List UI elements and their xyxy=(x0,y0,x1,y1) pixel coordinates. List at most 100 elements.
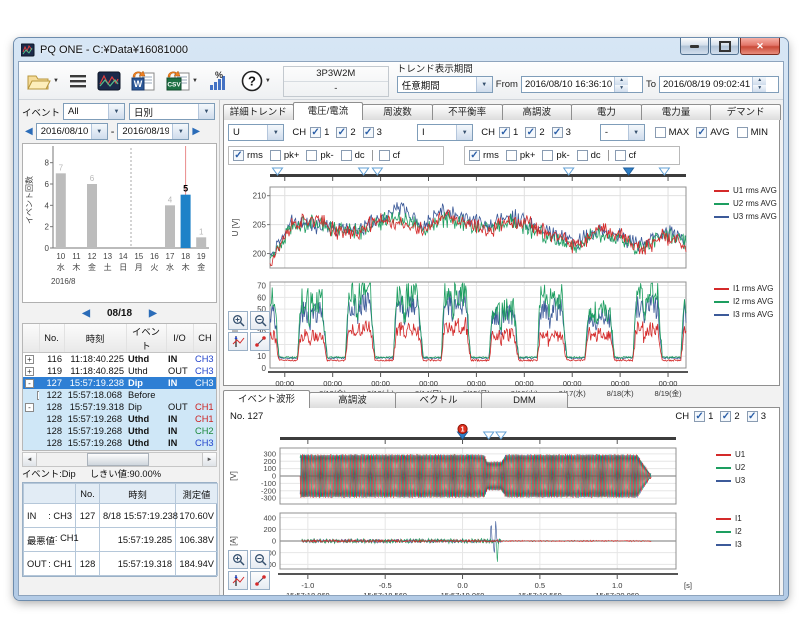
tab-wave-1[interactable]: 高調波 xyxy=(309,392,396,408)
open-folder-button[interactable]: ▼ xyxy=(23,66,62,96)
u-parameter-select[interactable]: U▼ xyxy=(228,124,284,141)
expand-icon[interactable]: + xyxy=(25,367,34,376)
i-param-rms[interactable]: ✓rms xyxy=(469,150,499,161)
from-spinner[interactable]: ▲▼ xyxy=(614,77,628,92)
tab-wave-0[interactable]: イベント波形 xyxy=(223,390,310,408)
period-type-select[interactable]: 任意期間▼ xyxy=(397,76,493,93)
wave-ch-2[interactable]: ✓2 xyxy=(720,411,739,422)
collapse-icon[interactable]: - xyxy=(25,379,34,388)
event-row-127-2[interactable]: -12715:57:19.238DipINCH3 xyxy=(23,377,217,389)
event-count-chart[interactable]: 02468710水11木612金13土14日15月16火417水518木119金… xyxy=(22,143,217,303)
event-col-header[interactable]: I/O xyxy=(166,324,193,353)
event-list-button[interactable] xyxy=(65,66,91,96)
u-param-pk+[interactable]: pk+ xyxy=(270,150,300,161)
help-button[interactable]: ? ▼ xyxy=(237,66,274,96)
date-to-select[interactable]: 2016/08/19▼ xyxy=(117,123,189,140)
event-col-header[interactable]: No. xyxy=(39,324,64,353)
i-param-dc[interactable]: dc xyxy=(577,150,601,161)
i-ch-1[interactable]: ✓1 xyxy=(499,127,518,138)
tab-trend-2[interactable]: 周波数 xyxy=(362,104,433,120)
i-param-pk-[interactable]: pk- xyxy=(542,150,569,161)
date-prev-button[interactable]: ◀ xyxy=(25,126,33,137)
day-next-button[interactable]: ▶ xyxy=(149,308,157,319)
percent-graph-button[interactable]: % xyxy=(204,66,234,96)
event-table-hscrollbar[interactable]: ◄ ► xyxy=(22,452,217,467)
tab-trend-1[interactable]: 電圧/電流 xyxy=(293,102,364,120)
collapse-icon[interactable]: - xyxy=(25,403,34,412)
tab-trend-7[interactable]: デマンド xyxy=(710,104,781,120)
wave-zoom-in-button[interactable] xyxy=(228,550,248,569)
titlebar[interactable]: PQ ONE - C:¥Data¥16081000 ✕ xyxy=(14,38,788,61)
u-param-rms[interactable]: ✓rms xyxy=(233,150,263,161)
stat-avg[interactable]: ✓AVG xyxy=(696,127,729,138)
trend-vertical-cursor-button[interactable] xyxy=(228,332,248,351)
event-row-116-0[interactable]: +11611:18:40.225UthdINCH3 xyxy=(23,353,217,366)
day-prev-button[interactable]: ◀ xyxy=(82,308,90,319)
date-from-select[interactable]: 2016/08/10▼ xyxy=(36,123,108,140)
event-row-119-1[interactable]: +11911:18:40.825UthdOUTCH3 xyxy=(23,365,217,377)
current-waveform-chart[interactable]: 4002000-200-400[A]-1.015:57:18.069-0.515… xyxy=(224,510,706,595)
current-trend-chart[interactable]: 010203040506070I [A]00:008/11(木)00:008/1… xyxy=(224,278,706,402)
to-datetime-input[interactable]: 2016/08/19 09:02:41 ▲▼ xyxy=(659,76,779,93)
tab-trend-0[interactable]: 詳細トレンド xyxy=(223,104,294,120)
i-ch-2[interactable]: ✓2 xyxy=(525,127,544,138)
expand-icon[interactable]: + xyxy=(37,391,39,400)
wave-ch-3[interactable]: ✓3 xyxy=(747,411,766,422)
stat-max[interactable]: MAX xyxy=(655,127,690,138)
third-parameter-select[interactable]: -▼ xyxy=(600,124,645,141)
wave-vertical-cursor-button[interactable] xyxy=(228,571,248,590)
expand-icon[interactable]: + xyxy=(25,355,34,364)
event-col-header[interactable]: 時刻 xyxy=(64,324,126,353)
word-export-button[interactable]: W xyxy=(127,66,159,96)
event-row-129-8[interactable]: +12915:57:19.469UthdOUTCH1 xyxy=(23,449,217,451)
trend-zoom-in-button[interactable] xyxy=(228,311,248,330)
i-param-cf[interactable]: cf xyxy=(615,150,636,161)
waveform-timeline[interactable]: 1 xyxy=(224,424,706,445)
u-param-pk-[interactable]: pk- xyxy=(306,150,333,161)
scroll-right-arrow[interactable]: ► xyxy=(202,453,216,466)
i-ch-3[interactable]: ✓3 xyxy=(552,127,571,138)
wave-slope-cursor-button[interactable] xyxy=(250,571,270,590)
event-col-header[interactable]: CH xyxy=(193,324,217,353)
minimize-button[interactable] xyxy=(680,38,709,55)
i-parameter-select[interactable]: I▼ xyxy=(417,124,473,141)
to-spinner[interactable]: ▲▼ xyxy=(752,77,766,92)
trend-timeline[interactable] xyxy=(224,167,706,182)
voltage-waveform-chart[interactable]: 3002001000-100-200-300[V] xyxy=(224,445,706,507)
voltage-trend-chart[interactable]: 200205210U [V] xyxy=(224,182,706,278)
period-mode-select[interactable]: 日別▼ xyxy=(129,103,215,120)
wave-zoom-out-button[interactable] xyxy=(250,550,270,569)
tab-trend-4[interactable]: 高調波 xyxy=(502,104,573,120)
event-col-header[interactable] xyxy=(23,324,39,353)
close-button[interactable]: ✕ xyxy=(740,38,780,55)
event-row-128-7[interactable]: 12815:57:19.268UthdINCH3 xyxy=(23,437,217,449)
tab-trend-5[interactable]: 電力 xyxy=(571,104,642,120)
u-param-dc[interactable]: dc xyxy=(341,150,365,161)
event-col-header[interactable]: イベント xyxy=(126,324,166,353)
u-ch-2[interactable]: ✓2 xyxy=(336,127,355,138)
u-ch-1[interactable]: ✓1 xyxy=(310,127,329,138)
event-row-128-5[interactable]: 12815:57:19.268UthdINCH1 xyxy=(23,413,217,425)
event-row-128-4[interactable]: -12815:57:19.318DipOUTCH1 xyxy=(23,401,217,413)
tab-trend-6[interactable]: 電力量 xyxy=(641,104,712,120)
waveform-view-button[interactable] xyxy=(94,66,124,96)
trend-slope-cursor-button[interactable] xyxy=(250,332,270,351)
tab-wave-2[interactable]: ベクトル xyxy=(395,392,482,408)
u-ch-3[interactable]: ✓3 xyxy=(363,127,382,138)
scroll-thumb[interactable] xyxy=(87,453,150,466)
from-datetime-input[interactable]: 2016/08/10 16:36:10 ▲▼ xyxy=(521,76,643,93)
event-row-122-3[interactable]: +12215:57:18.068Before xyxy=(23,389,217,401)
date-next-button[interactable]: ▶ xyxy=(192,126,200,137)
stat-min[interactable]: MIN xyxy=(737,127,768,138)
maximize-button[interactable] xyxy=(710,38,739,55)
scroll-left-arrow[interactable]: ◄ xyxy=(23,453,37,466)
event-type-select[interactable]: All▼ xyxy=(63,103,125,120)
csv-export-button[interactable]: CSV ▼ xyxy=(162,66,201,96)
i-param-pk+[interactable]: pk+ xyxy=(506,150,536,161)
event-row-128-6[interactable]: 12815:57:19.268UthdINCH2 xyxy=(23,425,217,437)
wave-ch-1[interactable]: ✓1 xyxy=(694,411,713,422)
u-param-cf[interactable]: cf xyxy=(379,150,400,161)
tab-trend-3[interactable]: 不平衡率 xyxy=(432,104,503,120)
trend-zoom-out-button[interactable] xyxy=(250,311,270,330)
tab-wave-3[interactable]: DMM xyxy=(481,392,568,408)
